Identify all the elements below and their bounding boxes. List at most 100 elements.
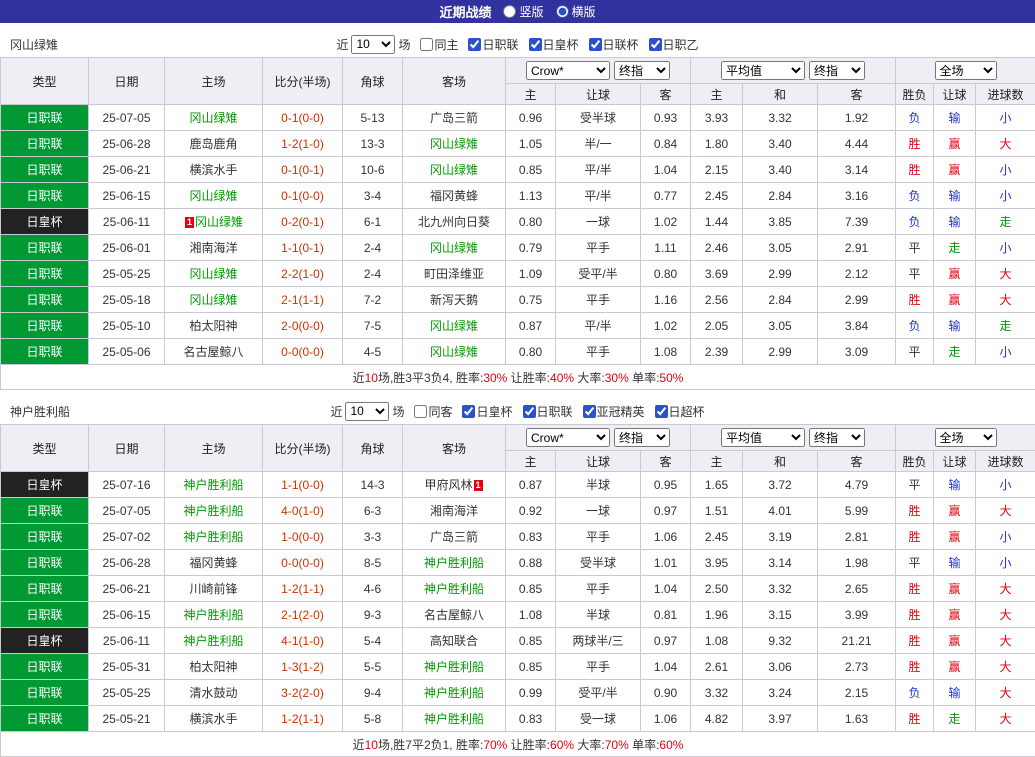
league-filter-input[interactable]: [655, 405, 668, 418]
summary-row: 近10场,胜3平3负4, 胜率:30% 让胜率:40% 大率:30% 单率:50…: [1, 365, 1035, 390]
recent-count-select[interactable]: 10: [345, 402, 389, 421]
team-label: 神户胜利船: [424, 686, 484, 700]
win-lose-result: 胜: [896, 706, 934, 732]
euro-odds-home: 1.96: [691, 602, 743, 628]
match-scope-select[interactable]: 全场: [935, 428, 997, 447]
recent-count-select[interactable]: 10: [351, 35, 395, 54]
euro-source-select[interactable]: 平均值: [721, 61, 805, 80]
league-type-badge: 日职联: [1, 235, 89, 261]
euro-odds-home: 2.45: [691, 183, 743, 209]
league-filter-checkbox[interactable]: 日职乙: [649, 36, 699, 53]
match-date: 25-06-28: [89, 550, 165, 576]
league-filter-input[interactable]: [462, 405, 475, 418]
away-team: 广岛三箭: [403, 524, 506, 550]
asia-odds-handicap: 平/半: [556, 183, 641, 209]
handicap-result: 赢: [934, 524, 976, 550]
league-filter-input[interactable]: [583, 405, 596, 418]
euro-odds-draw: 3.05: [743, 235, 818, 261]
asia-index-type-select[interactable]: 终指: [614, 428, 670, 447]
bookmaker-select[interactable]: Crow*: [526, 61, 610, 80]
euro-odds-home: 3.69: [691, 261, 743, 287]
league-filter-checkbox[interactable]: 日皇杯: [529, 36, 579, 53]
euro-odds-home: 3.95: [691, 550, 743, 576]
euro-odds-home: 3.93: [691, 105, 743, 131]
asia-odds-home: 0.88: [506, 550, 556, 576]
match-row: 日职联25-06-21川崎前锋1-2(1-1)4-6神户胜利船0.85平手1.0…: [1, 576, 1035, 602]
match-score: 0-2(0-1): [263, 209, 343, 235]
same-venue-input[interactable]: [420, 38, 433, 51]
corner-count: 3-4: [343, 183, 403, 209]
goals-result: 小: [976, 235, 1035, 261]
horizontal-radio-input[interactable]: [556, 5, 569, 18]
summary-segment: 大率:: [574, 371, 605, 385]
asia-odds-home: 0.79: [506, 235, 556, 261]
layout-radio-horizontal[interactable]: 横版: [556, 3, 596, 20]
corner-count: 8-5: [343, 550, 403, 576]
same-venue-checkbox[interactable]: 同客: [414, 403, 452, 420]
away-team: 冈山绿雉: [403, 235, 506, 261]
asia-odds-away: 1.06: [641, 524, 691, 550]
corner-count: 7-2: [343, 287, 403, 313]
col-header-euro-home: 主: [691, 84, 743, 105]
league-filter-checkbox[interactable]: 日职联: [468, 36, 518, 53]
league-type-badge: 日职联: [1, 524, 89, 550]
home-team: 冈山绿雉: [165, 287, 263, 313]
same-venue-checkbox[interactable]: 同主: [420, 36, 458, 53]
layout-radio-vertical[interactable]: 竖版: [503, 3, 543, 20]
league-filter-input[interactable]: [589, 38, 602, 51]
league-filter-input[interactable]: [649, 38, 662, 51]
league-filter-checkbox[interactable]: 日皇杯: [462, 403, 512, 420]
league-filter-checkbox[interactable]: 日超杯: [655, 403, 705, 420]
handicap-result: 赢: [934, 131, 976, 157]
match-scope-select[interactable]: 全场: [935, 61, 997, 80]
corner-count: 7-5: [343, 313, 403, 339]
col-header-away: 客场: [403, 425, 506, 472]
euro-source-select[interactable]: 平均值: [721, 428, 805, 447]
summary-segment: 大率:: [574, 738, 605, 752]
match-date: 25-06-11: [89, 209, 165, 235]
league-filter-checkbox[interactable]: 日职联: [523, 403, 573, 420]
same-venue-input[interactable]: [414, 405, 427, 418]
asia-odds-home: 0.75: [506, 287, 556, 313]
asia-odds-away: 0.97: [641, 498, 691, 524]
summary-segment: 单率:: [629, 371, 660, 385]
league-type-badge: 日皇杯: [1, 209, 89, 235]
asia-odds-home: 1.08: [506, 602, 556, 628]
league-filter-checkbox[interactable]: 亚冠精英: [583, 403, 645, 420]
asia-odds-away: 0.84: [641, 131, 691, 157]
league-type-badge: 日职联: [1, 654, 89, 680]
asia-odds-home: 1.05: [506, 131, 556, 157]
league-filter-checkbox[interactable]: 日联杯: [589, 36, 639, 53]
vertical-radio-input[interactable]: [503, 5, 516, 18]
asia-odds-away: 1.02: [641, 313, 691, 339]
handicap-result: 输: [934, 680, 976, 706]
summary-segment: 50%: [659, 371, 683, 385]
asia-odds-away: 0.80: [641, 261, 691, 287]
bookmaker-select[interactable]: Crow*: [526, 428, 610, 447]
euro-odds-draw: 2.99: [743, 339, 818, 365]
home-team: 清水鼓动: [165, 680, 263, 706]
asia-index-type-select[interactable]: 终指: [614, 61, 670, 80]
win-lose-result: 负: [896, 105, 934, 131]
col-header-euro-home: 主: [691, 451, 743, 472]
home-team: 1冈山绿雉: [165, 209, 263, 235]
team-label: 川崎前锋: [189, 582, 237, 596]
page-title: 近期战绩: [439, 2, 491, 21]
win-lose-result: 平: [896, 235, 934, 261]
league-type-badge: 日皇杯: [1, 628, 89, 654]
euro-index-type-select[interactable]: 终指: [809, 61, 865, 80]
recent-results-table: 类型 日期 主场 比分(半场) 角球 客场 Crow*终指 平均值终指 全场 主…: [0, 57, 1035, 390]
euro-index-type-select[interactable]: 终指: [809, 428, 865, 447]
match-row: 日皇杯25-06-111冈山绿雉0-2(0-1)6-1北九州向日葵0.80一球1…: [1, 209, 1035, 235]
league-filter-input[interactable]: [523, 405, 536, 418]
league-filter-input[interactable]: [468, 38, 481, 51]
team-label: 横滨水手: [189, 163, 237, 177]
euro-odds-draw: 4.01: [743, 498, 818, 524]
asia-odds-away: 1.11: [641, 235, 691, 261]
euro-odds-home: 2.56: [691, 287, 743, 313]
league-type-badge: 日职联: [1, 680, 89, 706]
match-score: 4-1(1-0): [263, 628, 343, 654]
home-team: 横滨水手: [165, 706, 263, 732]
red-card-icon: 1: [185, 217, 194, 228]
league-filter-input[interactable]: [529, 38, 542, 51]
